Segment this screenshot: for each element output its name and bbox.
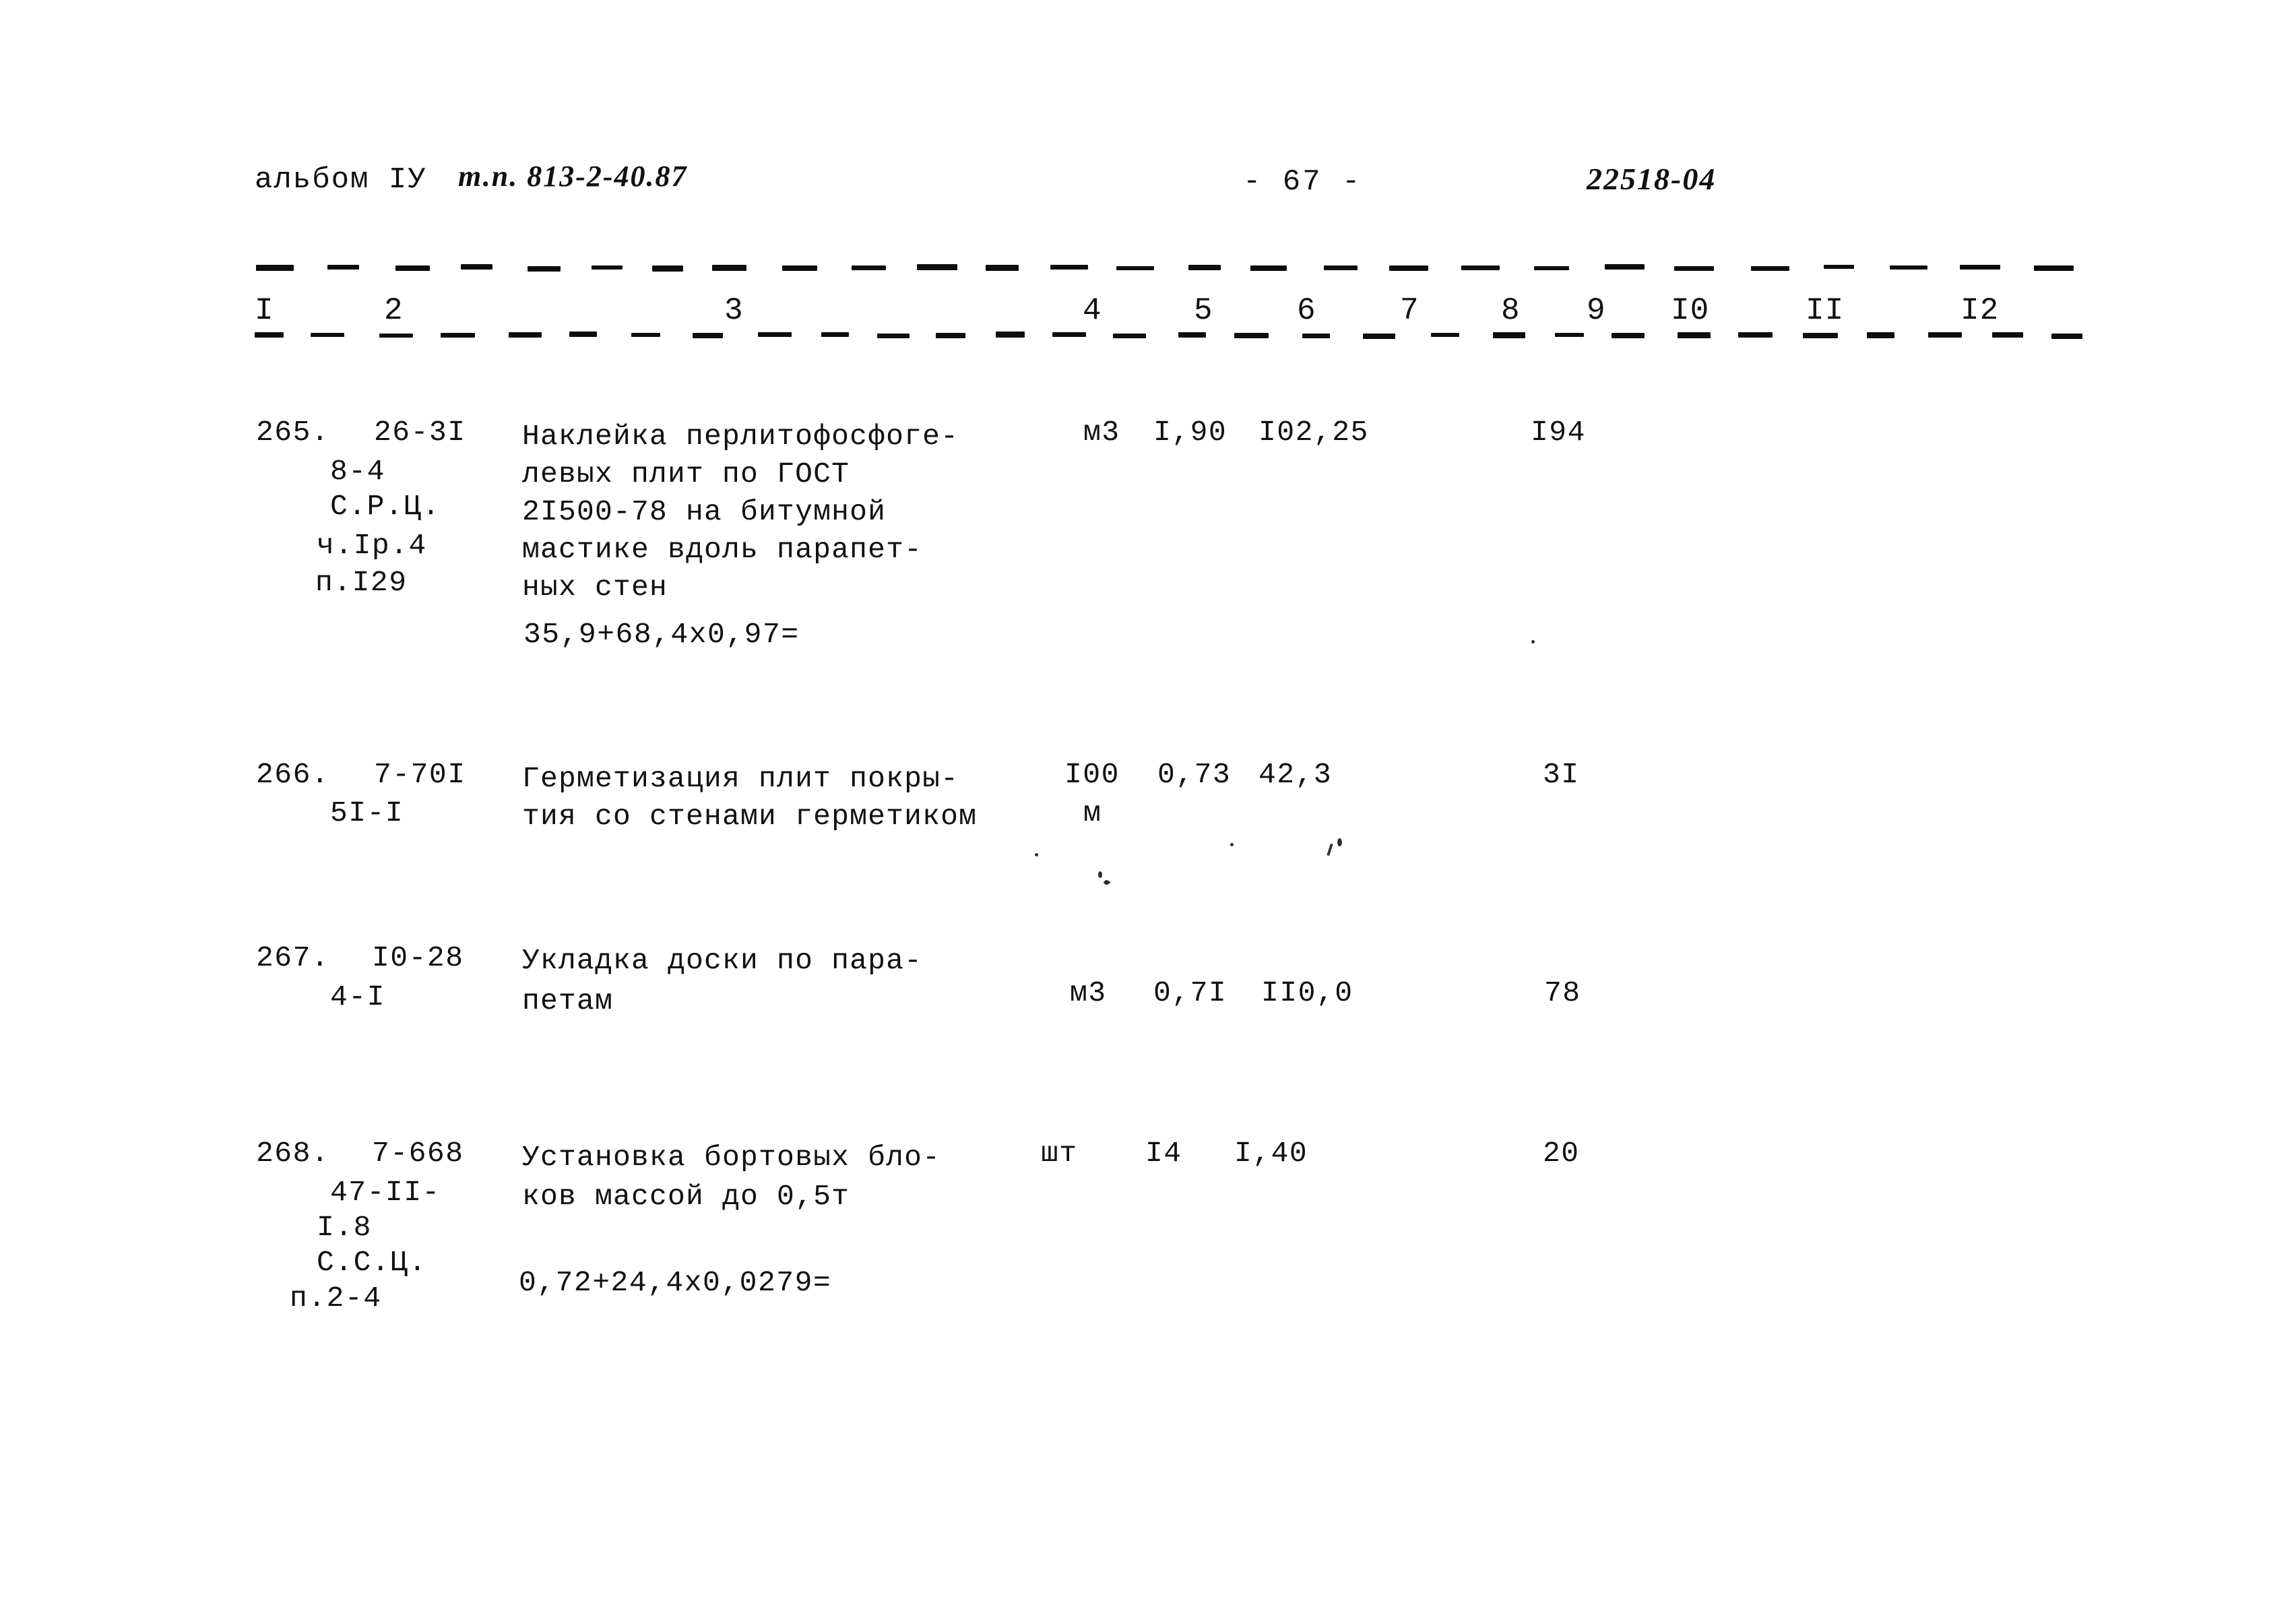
row-value-c5: I4 bbox=[1145, 1137, 1182, 1170]
scan-speck bbox=[1098, 871, 1102, 878]
column-number-11: II bbox=[1806, 293, 1845, 328]
row-unit: шт bbox=[1041, 1137, 1078, 1170]
document-number: 22518-04 bbox=[1587, 162, 1717, 196]
row-code-line: п.2-4 bbox=[290, 1282, 382, 1315]
row-description-line: левых плит по ГОСТ bbox=[522, 458, 850, 491]
row-code-line: С.Р.Ц. bbox=[330, 490, 441, 523]
row-description-line: Наклейка перлитофосфоге- bbox=[522, 420, 959, 453]
row-code-line: С.С.Ц. bbox=[317, 1246, 427, 1279]
row-code-line: 7-70I bbox=[374, 758, 466, 791]
row-description-line: петам bbox=[522, 984, 614, 1017]
column-header-divider-rule bbox=[255, 331, 2117, 339]
row-value-c9: 3I bbox=[1543, 758, 1580, 791]
row-code-line: 4-I bbox=[330, 980, 385, 1013]
row-value-c9: I94 bbox=[1531, 416, 1586, 449]
row-description-line: ков массой до 0,5т bbox=[522, 1180, 850, 1213]
row-value-c5: 0,73 bbox=[1157, 758, 1232, 791]
row-code-line: I.8 bbox=[317, 1211, 372, 1244]
column-number-8: 8 bbox=[1501, 293, 1521, 328]
row-code-line: 8-4 bbox=[330, 455, 385, 488]
row-code-line: п.I29 bbox=[315, 566, 408, 599]
row-value-c5: I,90 bbox=[1153, 416, 1227, 449]
row-code-line: 7-668 bbox=[372, 1137, 464, 1170]
column-number-4: 4 bbox=[1083, 293, 1102, 328]
scan-speck bbox=[1337, 838, 1342, 846]
project-code: т.п. 813-2-40.87 bbox=[458, 160, 688, 193]
top-divider-rule bbox=[256, 263, 2102, 272]
scan-tick bbox=[1327, 843, 1333, 856]
column-number-5: 5 bbox=[1194, 293, 1213, 328]
column-number-6: 6 bbox=[1297, 293, 1316, 328]
row-value-c6: II0,0 bbox=[1261, 976, 1353, 1009]
page-number: - 67 - bbox=[1243, 165, 1362, 199]
row-value-c9: 78 bbox=[1544, 976, 1581, 1009]
row-unit-line2: м bbox=[1083, 796, 1102, 829]
column-number-2: 2 bbox=[384, 293, 404, 328]
row-code-line: I0-28 bbox=[372, 941, 464, 974]
album-label: альбом IУ bbox=[255, 163, 427, 197]
row-value-c6: 42,3 bbox=[1258, 758, 1333, 791]
row-code-line: 47-II- bbox=[330, 1176, 441, 1209]
row-formula: 35,9+68,4х0,97= bbox=[523, 618, 800, 651]
row-value-c5: 0,7I bbox=[1153, 976, 1227, 1009]
scan-speck bbox=[1531, 640, 1535, 644]
scan-speck bbox=[1104, 881, 1110, 884]
scanned-document-page: альбом IУ т.п. 813-2-40.87 - 67 - 22518-… bbox=[0, 0, 2296, 1597]
row-description-line: 2I500-78 на битумной bbox=[522, 495, 887, 528]
column-number-1: I bbox=[255, 293, 274, 328]
column-number-9: 9 bbox=[1587, 293, 1606, 328]
column-number-10: I0 bbox=[1671, 293, 1710, 328]
row-value-c6: I02,25 bbox=[1258, 416, 1369, 449]
column-number-3: 3 bbox=[724, 293, 744, 328]
row-unit: I00 bbox=[1064, 758, 1120, 791]
scan-speck bbox=[1230, 843, 1234, 846]
row-description-line: ных стен bbox=[522, 571, 668, 604]
column-number-7: 7 bbox=[1400, 293, 1420, 328]
row-description-line: тия со стенами герметиком bbox=[522, 800, 978, 833]
row-code-line: 26-3I bbox=[374, 416, 466, 449]
column-number-12: I2 bbox=[1960, 293, 2000, 328]
table-row-number: 265. bbox=[256, 416, 330, 449]
row-code-line: ч.Iр.4 bbox=[317, 529, 427, 562]
row-description-line: Герметизация плит покры- bbox=[522, 762, 959, 795]
row-description-line: Укладка доски по пара- bbox=[522, 944, 923, 977]
row-value-c9: 20 bbox=[1543, 1137, 1580, 1170]
row-code-line: 5I-I bbox=[330, 796, 404, 829]
table-row-number: 267. bbox=[256, 941, 330, 974]
row-description-line: Установка бортовых бло- bbox=[522, 1141, 941, 1174]
row-unit: м3 bbox=[1083, 416, 1120, 449]
row-description-line: мастике вдоль парапет- bbox=[522, 533, 923, 566]
table-row-number: 268. bbox=[256, 1137, 330, 1170]
row-value-c6: I,40 bbox=[1234, 1137, 1308, 1170]
row-formula: 0,72+24,4х0,0279= bbox=[519, 1266, 832, 1299]
row-unit: м3 bbox=[1070, 976, 1107, 1009]
table-row-number: 266. bbox=[256, 758, 330, 791]
scan-speck bbox=[1035, 853, 1038, 856]
